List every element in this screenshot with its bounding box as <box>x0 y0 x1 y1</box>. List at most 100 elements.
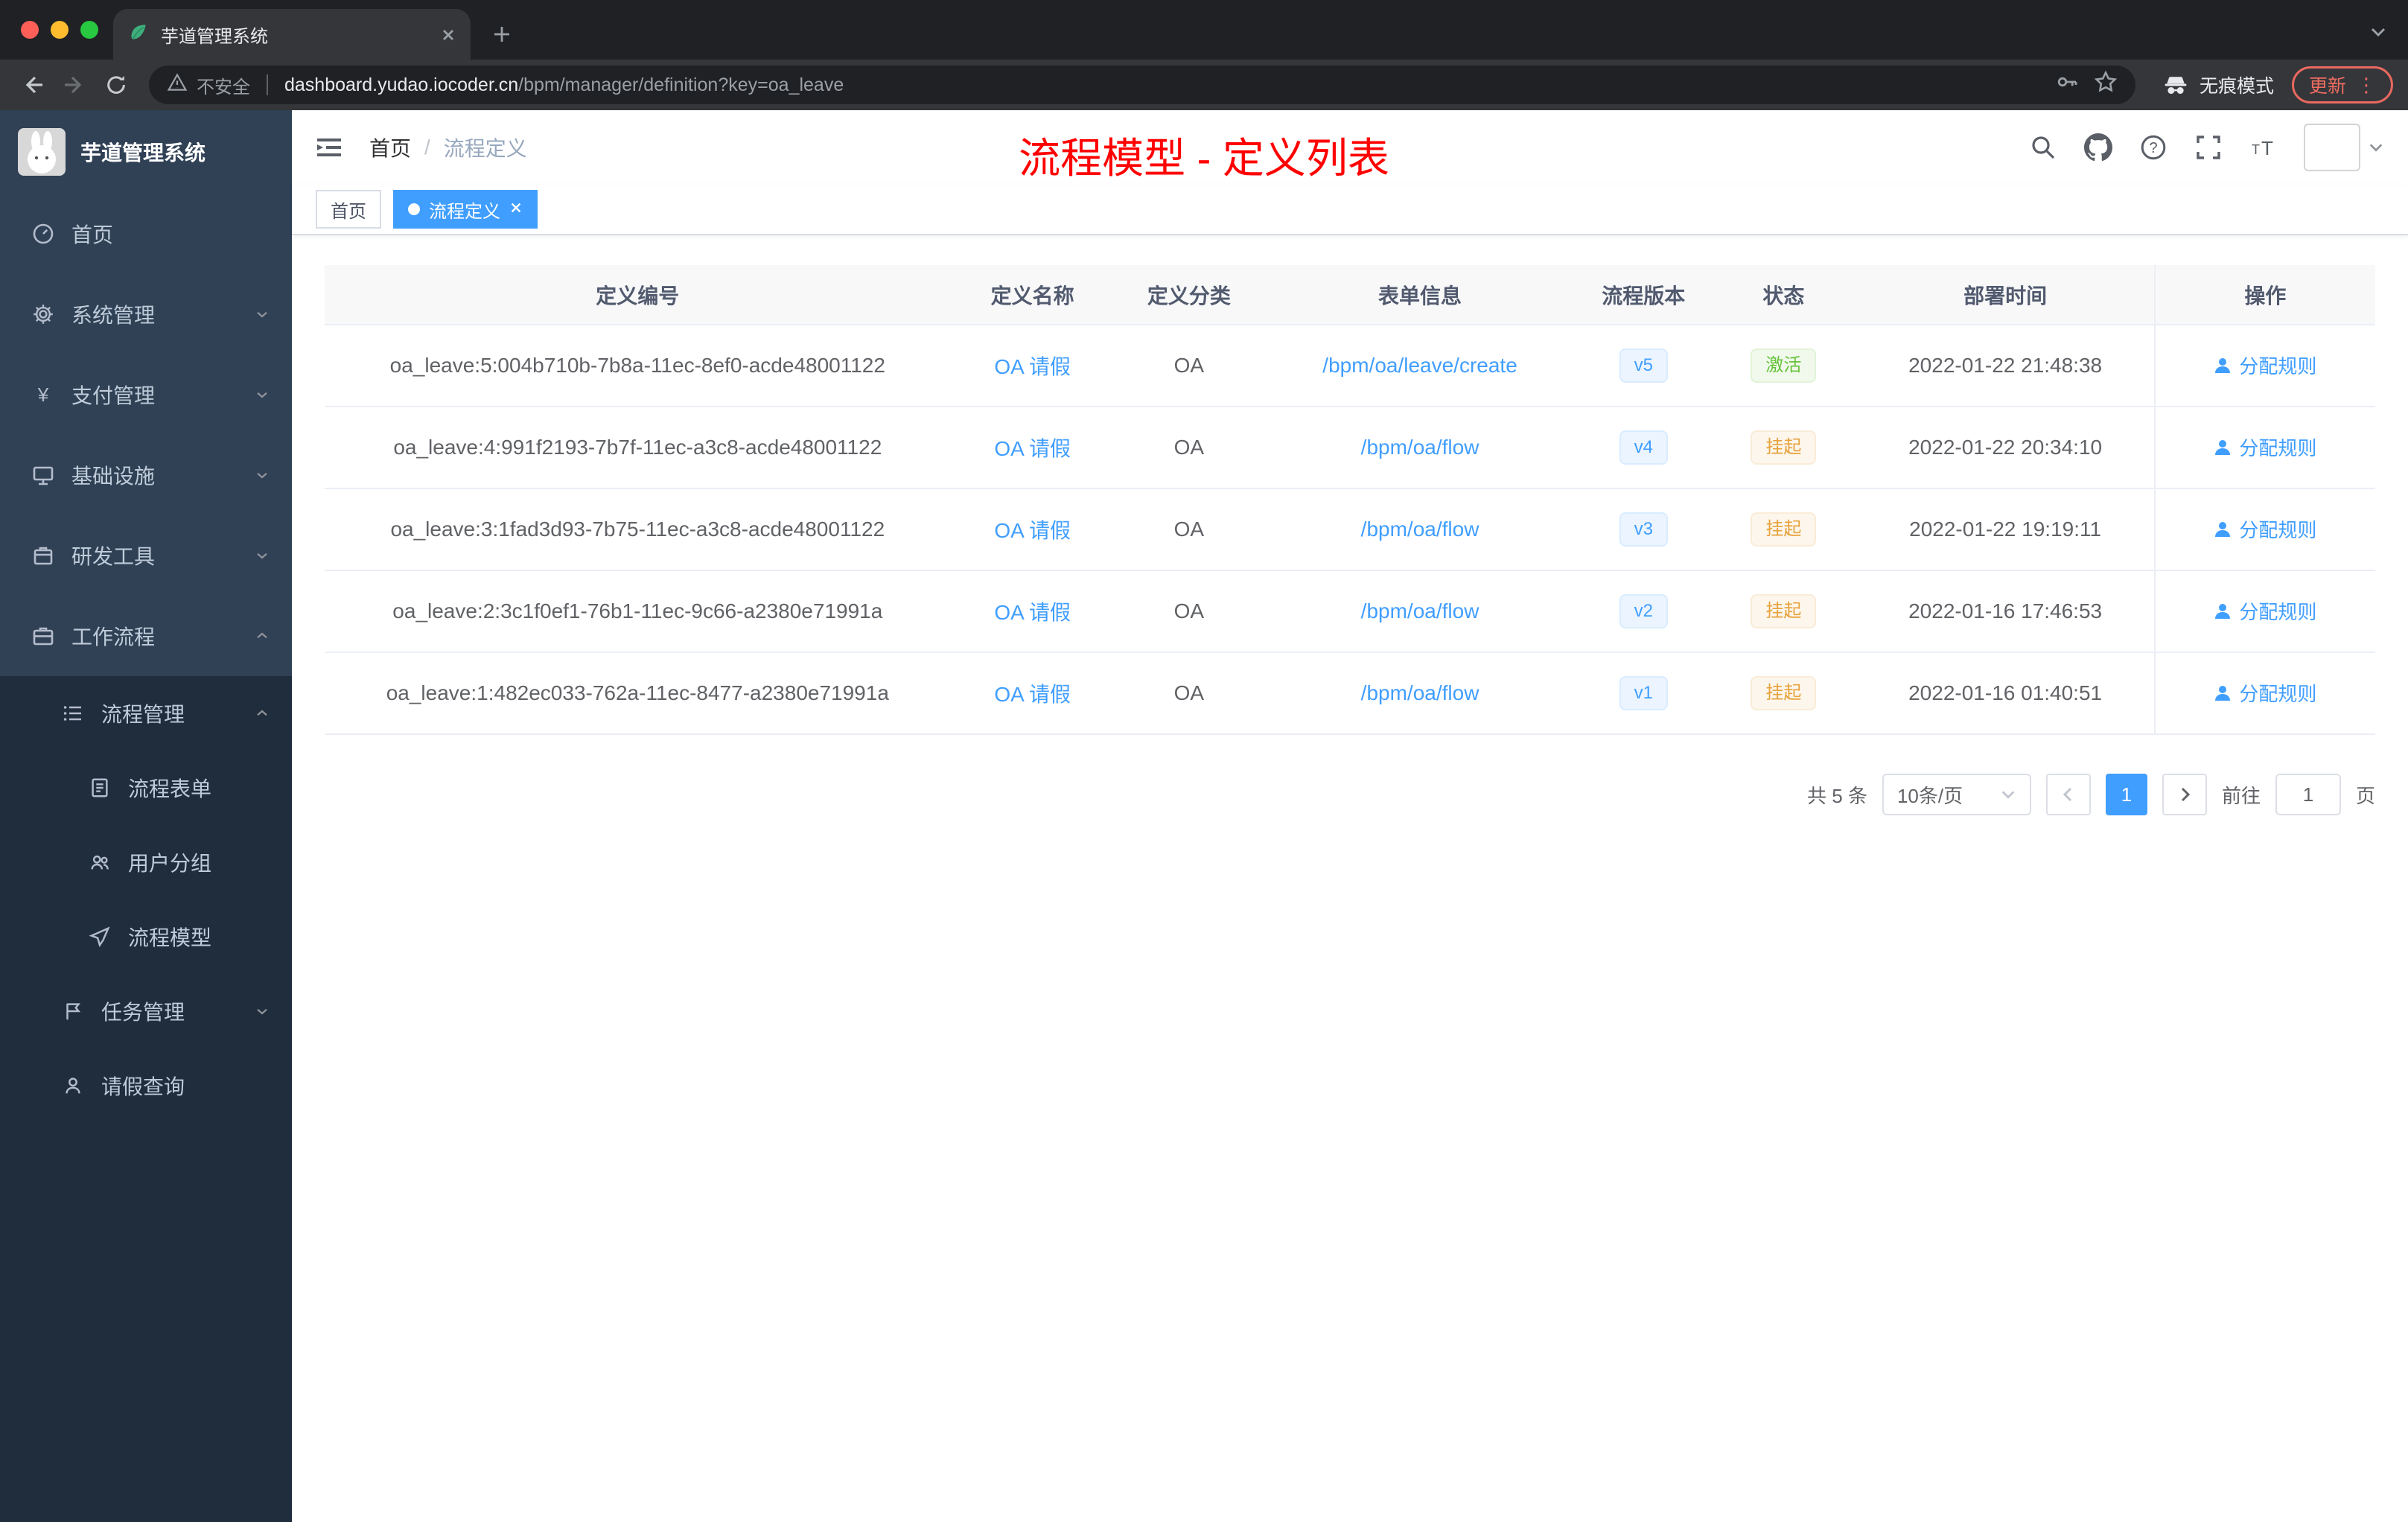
browser-toolbar: 不安全 dashboard.yudao.iocoder.cn/bpm/manag… <box>0 60 2408 110</box>
chevron-down-icon <box>253 305 271 323</box>
sidebar-item-devtools[interactable]: 研发工具 <box>0 515 292 596</box>
definition-table: 定义编号 定义名称 定义分类 表单信息 流程版本 状态 部署时间 操作 oa_l <box>325 265 2375 735</box>
forward-button[interactable] <box>57 67 92 103</box>
definition-name-link[interactable]: OA 请假 <box>994 437 1071 460</box>
definition-category: OA <box>1173 681 1205 704</box>
tab-close-icon[interactable] <box>441 21 456 48</box>
browser-tab[interactable]: 芋道管理系统 <box>113 9 471 60</box>
fullscreen-icon[interactable] <box>2194 133 2223 162</box>
tab-search-icon[interactable] <box>2369 19 2387 47</box>
user-icon <box>2215 357 2231 373</box>
definition-category: OA <box>1173 436 1205 459</box>
user-menu[interactable] <box>2304 124 2384 171</box>
form-link[interactable]: /bpm/oa/flow <box>1361 599 1479 623</box>
page-1-button[interactable]: 1 <box>2105 774 2147 815</box>
pagination: 共 5 条 10条/页 1 前往 页 <box>325 774 2375 815</box>
status-badge: 挂起 <box>1751 512 1817 547</box>
sidebar-item-process-form[interactable]: 流程表单 <box>0 751 292 825</box>
version-badge: v1 <box>1619 676 1668 710</box>
assign-rule-link[interactable]: 分配规则 <box>2214 515 2316 543</box>
sidebar: 芋道管理系统 首页 系统管理 ¥ 支付管理 基础设施 研发工具 工作流程 流程管… <box>0 110 292 1522</box>
sidebar-item-workflow[interactable]: 工作流程 <box>0 596 292 676</box>
new-tab-button[interactable] <box>485 18 518 51</box>
search-icon[interactable] <box>2028 133 2058 162</box>
back-button[interactable] <box>15 67 51 103</box>
prev-page-button[interactable] <box>2045 774 2091 815</box>
bookmark-star-icon[interactable] <box>2094 70 2118 100</box>
svg-text:T: T <box>2252 142 2260 157</box>
users-icon <box>86 851 113 873</box>
sidebar-item-task-management[interactable]: 任务管理 <box>0 974 292 1048</box>
sidebar-item-system[interactable]: 系统管理 <box>0 274 292 354</box>
browser-menu-icon[interactable]: ⋮ <box>2357 74 2376 97</box>
deploy-time: 2022-01-22 19:19:11 <box>1909 518 2102 541</box>
reload-button[interactable] <box>98 67 134 103</box>
briefcase-icon <box>30 624 57 648</box>
col-deploy-time: 部署时间 <box>1856 265 2155 325</box>
url-text[interactable]: dashboard.yudao.iocoder.cn/bpm/manager/d… <box>284 74 2046 96</box>
window-zoom-button[interactable] <box>80 21 98 39</box>
definition-name-link[interactable]: OA 请假 <box>994 601 1071 624</box>
sidebar-item-payment[interactable]: ¥ 支付管理 <box>0 354 292 435</box>
definition-id: oa_leave:5:004b710b-7b8a-11ec-8ef0-acde4… <box>389 354 885 377</box>
window-close-button[interactable] <box>21 21 39 39</box>
sidebar-logo[interactable]: 芋道管理系统 <box>0 110 292 194</box>
next-page-button[interactable] <box>2162 774 2207 815</box>
sidebar-item-infrastructure[interactable]: 基础设施 <box>0 435 292 515</box>
assign-rule-link[interactable]: 分配规则 <box>2214 679 2316 707</box>
definition-name-link[interactable]: OA 请假 <box>994 683 1071 706</box>
incognito-icon <box>2165 77 2187 95</box>
form-link[interactable]: /bpm/oa/flow <box>1361 518 1479 541</box>
chevron-down-icon <box>253 466 271 484</box>
deploy-time: 2022-01-16 01:40:51 <box>1908 681 2103 704</box>
definition-name-link[interactable]: OA 请假 <box>994 355 1071 378</box>
sidebar-item-home[interactable]: 首页 <box>0 194 292 274</box>
document-icon <box>86 777 113 799</box>
sidebar-item-leave-query[interactable]: 请假查询 <box>0 1048 292 1123</box>
table-row: oa_leave:4:991f2193-7b7f-11ec-a3c8-acde4… <box>325 407 2375 489</box>
deploy-time: 2022-01-22 20:34:10 <box>1908 436 2103 459</box>
help-icon[interactable]: ? <box>2138 133 2168 162</box>
tag-process-definition[interactable]: 流程定义 <box>393 190 538 229</box>
url-host: dashboard.yudao.iocoder.cn <box>284 74 519 95</box>
omnibox-actions <box>2055 70 2118 100</box>
status-badge: 挂起 <box>1751 676 1817 710</box>
flag-icon <box>60 1000 86 1022</box>
font-size-icon[interactable]: TT <box>2249 133 2278 162</box>
caret-down-icon <box>2001 791 2015 799</box>
caret-down-icon <box>2369 144 2383 152</box>
assign-rule-link[interactable]: 分配规则 <box>2214 351 2316 379</box>
col-operation: 操作 <box>2153 265 2375 325</box>
chevron-down-icon <box>253 547 271 564</box>
breadcrumb-separator: / <box>424 136 430 159</box>
breadcrumb-home[interactable]: 首页 <box>369 133 411 162</box>
sidebar-item-user-group[interactable]: 用户分组 <box>0 825 292 899</box>
tag-home[interactable]: 首页 <box>316 190 381 229</box>
assign-rule-link[interactable]: 分配规则 <box>2214 597 2316 625</box>
sidebar-item-process-model[interactable]: 流程模型 <box>0 899 292 974</box>
content: 定义编号 定义名称 定义分类 表单信息 流程版本 状态 部署时间 操作 oa_l <box>292 235 2408 1522</box>
yen-icon: ¥ <box>30 383 57 407</box>
definition-name-link[interactable]: OA 请假 <box>994 519 1071 542</box>
goto-page-input[interactable] <box>2275 774 2341 815</box>
github-icon[interactable] <box>2083 133 2113 162</box>
sidebar-item-process-management[interactable]: 流程管理 <box>0 676 292 751</box>
browser-update-button[interactable]: 更新 ⋮ <box>2291 66 2393 104</box>
page-size-select[interactable]: 10条/页 <box>1882 774 2031 815</box>
navbar-actions: ? TT <box>2028 124 2384 171</box>
tag-close-icon[interactable] <box>509 199 523 220</box>
security-label[interactable]: 不安全 <box>197 72 250 98</box>
window-minimize-button[interactable] <box>51 21 69 39</box>
password-key-icon[interactable] <box>2055 70 2079 100</box>
form-link[interactable]: /bpm/oa/flow <box>1361 681 1479 704</box>
assign-rule-link[interactable]: 分配规则 <box>2214 433 2316 461</box>
form-link[interactable]: /bpm/oa/flow <box>1361 436 1479 459</box>
chevron-right-icon <box>2181 787 2191 802</box>
address-bar[interactable]: 不安全 dashboard.yudao.iocoder.cn/bpm/manag… <box>149 66 2135 104</box>
version-badge: v4 <box>1619 430 1668 465</box>
divider <box>267 74 268 95</box>
form-link[interactable]: /bpm/oa/leave/create <box>1322 354 1517 377</box>
sidebar-toggle-button[interactable] <box>310 128 348 167</box>
incognito-badge: 无痕模式 <box>2162 71 2274 98</box>
avatar[interactable] <box>2304 124 2360 171</box>
